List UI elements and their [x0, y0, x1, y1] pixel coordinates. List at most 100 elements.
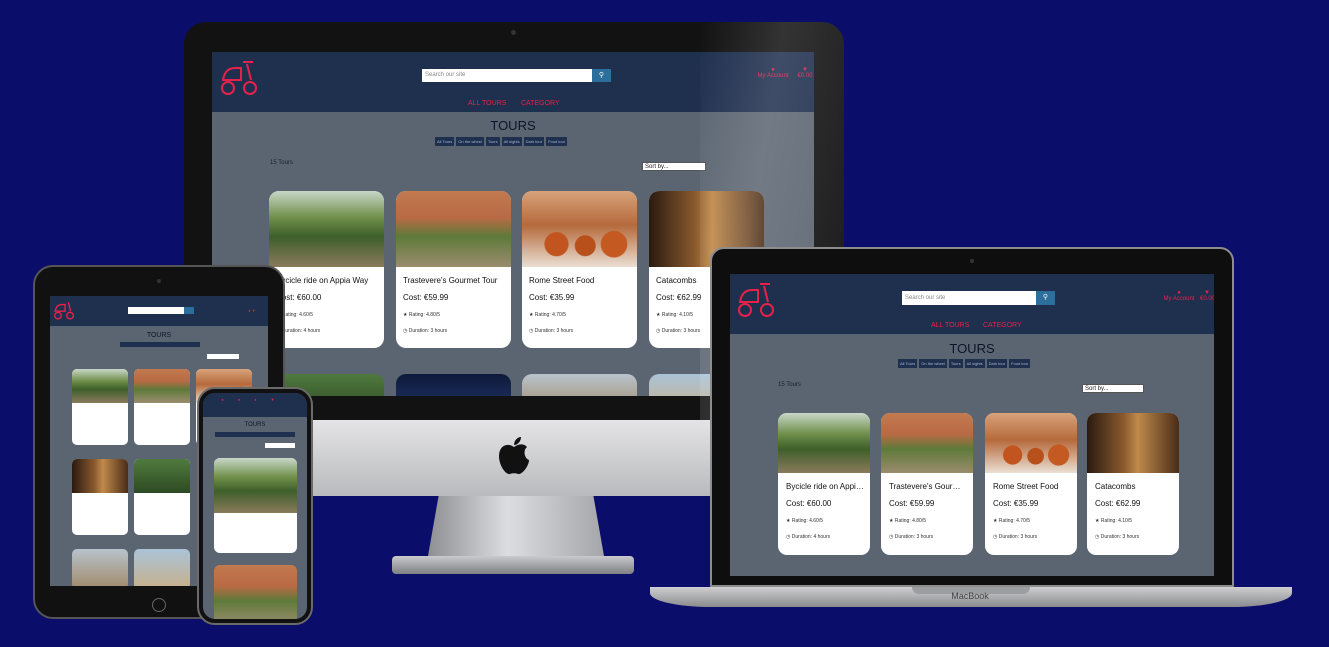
star-icon: ★ [403, 312, 408, 318]
tour-card[interactable] [134, 549, 190, 586]
tour-name: Bycicle ride on Appia Way [786, 482, 864, 491]
my-account-link[interactable]: ●My Account [1162, 290, 1196, 302]
star-icon: ★ [993, 518, 998, 524]
tour-duration: ◷ Duration: 3 hours [889, 534, 934, 540]
filter-chip[interactable]: Tours [948, 359, 963, 368]
clock-icon: ◷ [1095, 534, 1100, 540]
tour-image [522, 191, 637, 267]
tour-card[interactable] [214, 565, 297, 619]
macbook-screen: Search our site ⚲ ● My Account ▼ €0.00 ALL… [730, 274, 1214, 576]
filter-chip[interactable]: All Tours [898, 359, 918, 368]
tour-card[interactable] [214, 458, 297, 553]
filter-chip[interactable]: On the wheel [919, 359, 947, 368]
tour-card[interactable] [72, 459, 128, 535]
tour-card[interactable] [134, 459, 190, 535]
bag-total: €0.00 [1200, 296, 1214, 302]
tour-card[interactable]: Catacombs Cost: €62.99 ★ Rating: 4.10/5 … [1087, 413, 1179, 555]
tour-name: Trastevere's Gourmet Tour [889, 482, 967, 491]
macbook-camera [970, 259, 974, 263]
tour-image [778, 413, 870, 473]
tour-card[interactable]: Trastevere's Gourmet Tour Cost: €59.99 ★… [396, 191, 511, 348]
search-button[interactable]: ⚲ [592, 69, 611, 82]
tour-count: 15 Tours [270, 160, 293, 166]
tour-card[interactable]: Rome Street Food Cost: €35.99 ★ Rating: … [985, 413, 1077, 555]
sort-select[interactable]: Sort by... [642, 162, 706, 171]
tour-card[interactable]: Bycicle ride on Appia Way Cost: €60.00 ★… [269, 191, 384, 348]
macbook-label: MacBook [951, 591, 989, 601]
page-title: TOURS [146, 332, 172, 339]
apple-logo-icon [499, 437, 529, 475]
tour-card[interactable]: Rome Street Food Cost: €35.99 ★ Rating: … [522, 191, 637, 348]
search-button[interactable] [184, 307, 194, 314]
tour-rating: ★ Rating: 4.70/5 [993, 518, 1031, 524]
tour-image [134, 459, 190, 493]
tour-rating: ★ Rating: 4.70/5 [529, 312, 567, 318]
imac-stand [428, 496, 604, 556]
nav-category[interactable]: CATEGORY [983, 322, 1022, 329]
tour-rating: ★ Rating: 4.80/5 [889, 518, 927, 524]
clock-icon: ◷ [656, 328, 661, 334]
filter-chip[interactable]: Tours [485, 137, 500, 146]
imac-stand-base [392, 556, 634, 574]
page-title: TOURS [949, 341, 995, 356]
vespa-logo-icon[interactable] [53, 299, 75, 320]
phone-screen: ●●●▼ TOURS [203, 393, 307, 619]
tour-image [72, 369, 128, 403]
nav-all-tours[interactable]: ALL TOURS [931, 322, 969, 329]
tour-card[interactable]: Bycicle ride on Appia Way Cost: €60.00 ★… [778, 413, 870, 555]
filter-chip[interactable]: All Tours [435, 137, 455, 146]
clock-icon: ◷ [529, 328, 534, 334]
search-button[interactable]: ⚲ [1036, 291, 1055, 305]
sort-select[interactable]: Sort by... [1082, 384, 1144, 393]
ipad-camera [157, 279, 161, 283]
tour-image [396, 191, 511, 267]
sort-select[interactable] [265, 443, 295, 448]
vespa-logo-icon[interactable] [219, 58, 259, 96]
filter-chip[interactable]: On the wheel [456, 137, 484, 146]
tour-image [985, 413, 1077, 473]
shopping-bag-link[interactable]: ▼€0.00 [1200, 290, 1214, 302]
sort-select[interactable] [207, 354, 239, 359]
tour-card[interactable]: Trastevere's Gourmet Tour Cost: €59.99 ★… [881, 413, 973, 555]
tour-image [881, 413, 973, 473]
search-input[interactable] [128, 307, 184, 314]
filter-chip[interactable]: Dark tour [523, 137, 545, 146]
tour-card[interactable] [522, 374, 637, 396]
tour-duration: ◷ Duration: 4 hours [276, 328, 384, 334]
filter-chips[interactable] [215, 432, 295, 437]
page-title: TOURS [244, 422, 266, 428]
tour-rating: ★ Rating: 4.80/5 [403, 312, 441, 318]
tour-cost: Cost: €60.00 [276, 293, 322, 302]
filter-chip[interactable]: Food tour [1009, 359, 1031, 368]
tour-rating: ★ Rating: 4.60/5 [276, 312, 384, 318]
filter-chip[interactable]: Food tour [546, 137, 568, 146]
my-account-label: My Account [1163, 296, 1195, 302]
nav-all-tours[interactable]: ALL TOURS [468, 100, 506, 107]
nav-category[interactable]: CATEGORY [521, 100, 560, 107]
my-account-link[interactable]: ● ▼ [238, 308, 266, 313]
filter-chip[interactable]: Dark tour [986, 359, 1008, 368]
filter-chips[interactable] [120, 342, 200, 347]
tour-card[interactable] [72, 549, 128, 586]
tour-card[interactable] [134, 369, 190, 445]
tour-image [1087, 413, 1179, 473]
search-icon: ⚲ [598, 72, 605, 79]
ipad-home-button[interactable] [152, 598, 166, 612]
phone-nav-icons[interactable]: ●●●▼ [209, 397, 301, 402]
filter-chip[interactable]: All sights [964, 359, 985, 368]
search-input[interactable]: Search our site [902, 291, 1036, 305]
search-input[interactable]: Search our site [422, 69, 592, 82]
filter-chip[interactable]: All sights [501, 137, 522, 146]
tour-cost: Cost: €59.99 [403, 293, 449, 302]
tour-card[interactable] [396, 374, 511, 396]
tour-rating: ★ Rating: 4.10/5 [1095, 518, 1133, 524]
site-header: Search our site ⚲ ● My Account ▼ €0.00 [730, 274, 1214, 334]
tour-image [214, 458, 297, 513]
star-icon: ★ [1095, 518, 1100, 524]
tour-card[interactable] [72, 369, 128, 445]
tour-duration: ◷ Duration: 3 hours [1095, 534, 1140, 540]
filter-chips: All Tours On the wheel Tours All sights … [435, 137, 568, 146]
tour-cost: Cost: €60.00 [786, 499, 832, 508]
vespa-logo-icon[interactable] [736, 280, 776, 318]
star-icon: ★ [786, 518, 791, 524]
